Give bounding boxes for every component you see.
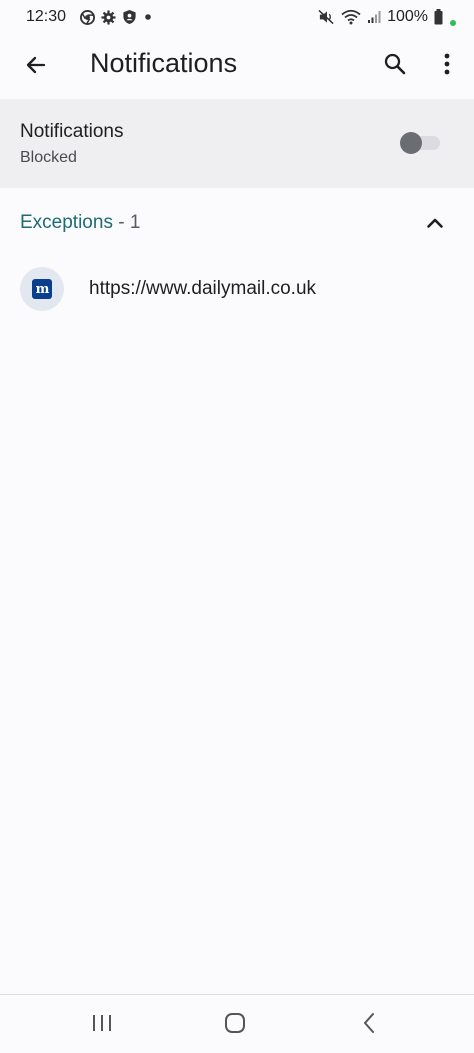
gear-icon <box>101 9 116 25</box>
exceptions-label: Exceptions <box>20 212 113 233</box>
shield-icon <box>122 9 137 25</box>
site-url: https://www.dailymail.co.uk <box>89 278 317 299</box>
chevron-up-icon <box>427 218 443 228</box>
search-button[interactable] <box>380 49 410 79</box>
status-bar: 12:30 100% <box>0 0 474 34</box>
home-button[interactable] <box>220 1008 250 1038</box>
back-icon <box>364 1013 374 1033</box>
notifications-switch[interactable] <box>400 132 442 154</box>
dailymail-favicon-icon: m <box>20 267 64 311</box>
battery-icon <box>434 9 443 25</box>
exceptions-header[interactable]: Exceptions - 1 <box>0 196 474 250</box>
favicon-mark: m <box>32 279 52 299</box>
recents-button[interactable] <box>86 1009 118 1037</box>
app-bar: Notifications <box>0 34 474 96</box>
chrome-icon <box>80 9 96 25</box>
home-icon <box>225 1013 245 1033</box>
more-options-button[interactable] <box>432 49 462 79</box>
back-arrow-icon <box>26 56 46 74</box>
list-item[interactable]: m https://www.dailymail.co.uk <box>0 262 474 318</box>
wifi-icon <box>341 9 361 25</box>
recents-icon <box>93 1015 111 1031</box>
notifications-toggle-row[interactable]: Notifications Blocked <box>0 99 474 188</box>
battery-percent: 100% <box>387 8 428 25</box>
status-right: 100% <box>318 8 456 26</box>
charging-indicator <box>450 20 456 26</box>
status-time: 12:30 <box>26 8 67 25</box>
toggle-title: Notifications <box>20 121 124 142</box>
status-left: 12:30 <box>26 8 153 26</box>
navigation-bar <box>0 994 474 1053</box>
back-button[interactable] <box>20 49 52 81</box>
more-vertical-icon <box>444 53 450 75</box>
page-title: Notifications <box>90 48 238 78</box>
dot-icon <box>143 12 153 22</box>
nav-back-button[interactable] <box>354 1008 384 1038</box>
mute-icon <box>318 9 335 25</box>
search-icon <box>384 53 406 75</box>
exceptions-count: - 1 <box>112 212 141 233</box>
switch-thumb <box>400 132 422 154</box>
collapse-button[interactable] <box>420 208 450 238</box>
signal-icon <box>367 10 381 24</box>
exceptions-title: Exceptions - 1 <box>20 212 140 234</box>
toggle-subtitle: Blocked <box>20 149 77 166</box>
